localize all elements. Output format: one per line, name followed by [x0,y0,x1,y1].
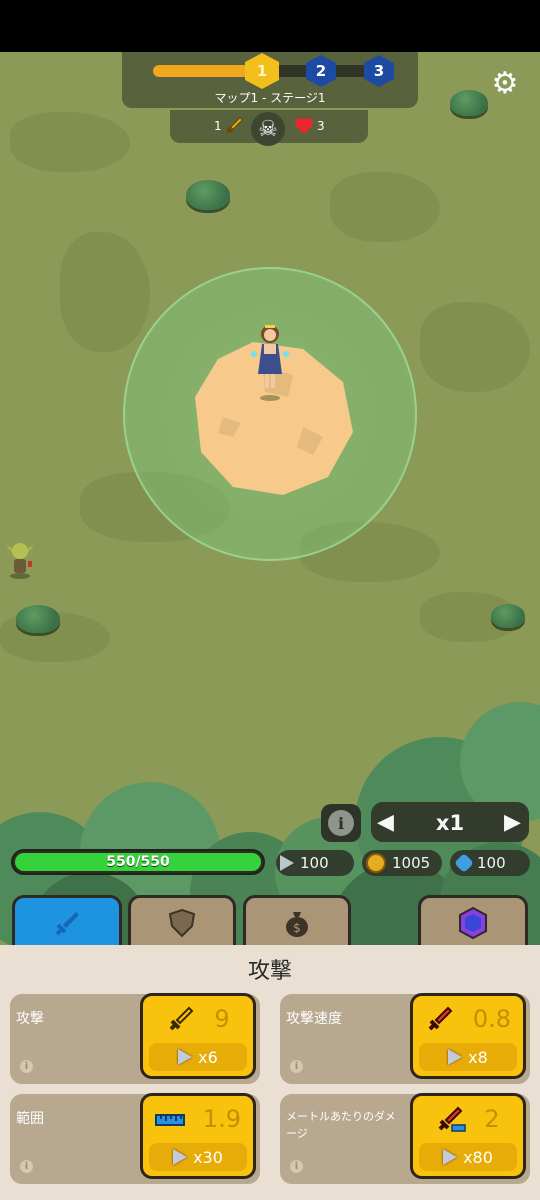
sword-count: 1 [214,119,222,133]
upgrade-button-attack-speed[interactable]: 0.8 x8 [410,993,526,1079]
upgrade-cost: x8 [419,1043,517,1071]
info-icon[interactable]: i [20,1060,33,1073]
info-button[interactable]: i [321,804,361,842]
info-icon[interactable]: i [290,1160,303,1173]
upgrade-cost: x6 [149,1043,247,1071]
sword-icon [166,1005,196,1033]
gear-icon[interactable]: ⚙ [488,67,522,101]
sword-icon [55,912,79,936]
coin-counter: 1005 [362,850,442,876]
info-icon[interactable]: i [290,1060,303,1073]
stage-label: マップ1 - ステージ1 [214,91,326,105]
hp-text: 550/550 [106,854,170,870]
tab-special[interactable] [418,895,528,945]
gem-value: 100 [477,854,506,872]
ground-patch [330,172,440,242]
player-hp-bar: 550/550 [11,849,265,875]
shard-icon [280,855,294,871]
tab-economy[interactable]: $ [243,895,351,945]
ruler-icon [154,1105,185,1133]
upgrade-label: 攻撃速度 [286,1011,342,1027]
skull-icon: ☠ [251,112,285,146]
gem-counter: 100 [450,850,530,876]
panel-title: 攻撃 [247,959,292,984]
ground-patch [10,112,130,172]
game-field: 1 2 3 マップ1 - ステージ1 1 ☠ 3 ⚙ 550/550 100 1… [0,52,540,945]
money-bag-icon: $ [286,912,308,937]
upgrade-button-attack[interactable]: 9 x6 [140,993,256,1079]
shard-icon [443,1149,458,1165]
svg-text:$: $ [293,921,301,935]
gem-icon [454,853,474,873]
shard-icon [178,1049,193,1065]
shard-icon [448,1049,463,1065]
upgrade-button-range[interactable]: 1.9 x30 [140,1093,256,1179]
bush [491,604,525,628]
upgrade-value: 2 [484,1105,500,1133]
upgrade-value: 9 [214,1005,230,1033]
shard-value: 100 [300,854,329,872]
goblin-enemy [6,543,34,579]
shard-counter: 100 [276,850,354,876]
tab-defense[interactable] [128,895,236,945]
upgrade-value: 1.9 [202,1105,242,1133]
upgrade-cost: x80 [419,1143,517,1171]
upgrade-cost: x30 [149,1143,247,1171]
stage-progress-fill [153,65,246,77]
info-icon[interactable]: i [20,1160,33,1173]
coin-icon [366,853,386,873]
speed-increase-button[interactable]: ▶ [504,810,521,835]
cost-value: x80 [463,1147,493,1167]
cost-value: x6 [198,1047,218,1067]
tab-attack[interactable] [12,895,122,945]
upgrade-label: 攻撃 [16,1011,44,1027]
upgrade-label: 範囲 [16,1111,44,1127]
hero-character [251,325,289,401]
bush [16,605,60,633]
sword-ruler-icon [436,1105,467,1133]
shield-icon [168,908,196,938]
bush [450,90,488,116]
purple-gem-icon [459,906,487,940]
red-sword-icon [425,1005,455,1033]
heart-count: 3 [317,119,325,133]
heart-icon [295,118,313,134]
game-speed-control: ◀ x1 ▶ [371,802,529,842]
ground-patch [60,232,150,352]
coin-value: 1005 [392,854,431,872]
upgrade-panel: 攻撃 攻撃 i 9 x6 攻撃速度 i 0.8 x8 範囲 i 1.9 x30 … [0,945,540,1200]
upgrade-button-damage-per-meter[interactable]: 2 x80 [410,1093,526,1179]
ground-patch [420,302,530,392]
cost-value: x8 [468,1047,488,1067]
bush [186,180,230,210]
cost-value: x30 [193,1147,223,1167]
sword-icon [225,117,243,135]
upgrade-label: メートルあたりのダメージ [286,1110,396,1140]
info-icon: i [328,810,354,836]
shard-icon [173,1149,188,1165]
upgrade-value: 0.8 [472,1005,512,1033]
